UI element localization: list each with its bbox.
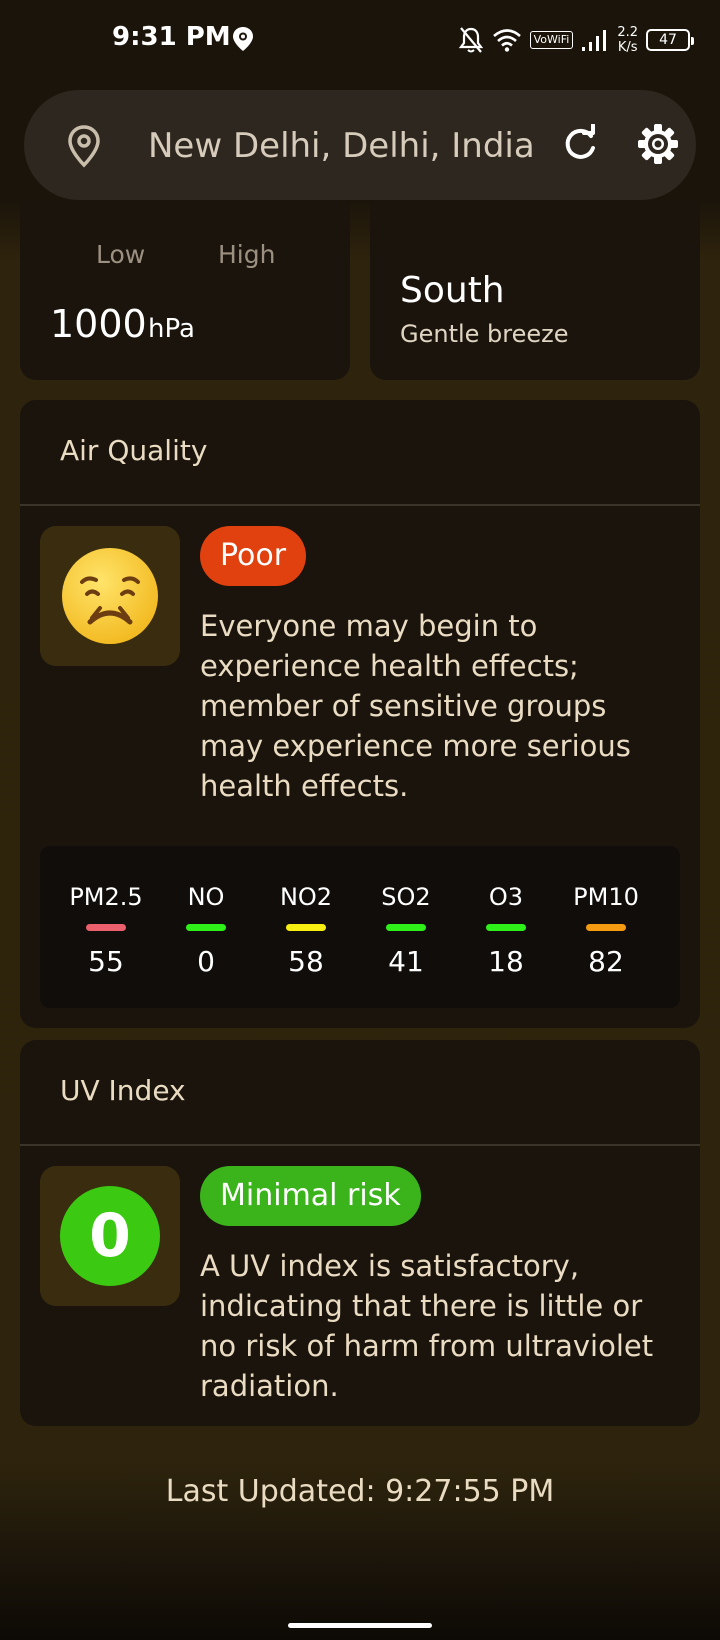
- pollutant-level-bar: [386, 924, 426, 931]
- wind-description: Gentle breeze: [400, 320, 569, 348]
- pollutant-value: 18: [488, 945, 524, 978]
- pollutant-value: 0: [197, 945, 215, 978]
- home-indicator[interactable]: [288, 1623, 432, 1628]
- aqi-status-badge: Poor: [200, 526, 307, 586]
- uv-risk-badge: Minimal risk: [200, 1166, 421, 1226]
- pollutant-name: PM2.5: [69, 883, 143, 911]
- bell-off-icon: [458, 27, 483, 53]
- status-icons: VoWiFi 2.2 K/s 47: [458, 22, 694, 58]
- last-updated: Last Updated: 9:27:55 PM: [165, 1474, 555, 1509]
- pressure-value: 1000: [50, 302, 147, 346]
- pollutant-name: NO2: [279, 883, 333, 911]
- uv-description: A UV index is satisfactory, indicating t…: [200, 1249, 654, 1403]
- status-time: 9:31 PM: [112, 22, 231, 52]
- wifi-icon: [492, 29, 521, 52]
- uv-index-title: UV Index: [60, 1074, 186, 1107]
- signal-icon: [582, 30, 607, 51]
- air-quality-title: Air Quality: [60, 434, 208, 467]
- aqi-icon-box: [40, 526, 180, 666]
- location-search-bar[interactable]: New Delhi, Delhi, India: [24, 90, 696, 200]
- pollutant-value: 58: [288, 945, 324, 978]
- map-pin-icon: [68, 125, 100, 168]
- sick-face-icon: [62, 548, 158, 644]
- pollutant-so2: SO2 41: [356, 882, 456, 978]
- pollutant-level-bar: [186, 924, 226, 931]
- high-label: High: [218, 240, 276, 269]
- uv-icon-box: 0: [40, 1166, 180, 1306]
- divider: [20, 504, 700, 506]
- pollutant-pm10: PM10 82: [556, 882, 656, 978]
- air-quality-card: Air Quality Poor Everyone may begin to e…: [20, 400, 700, 1028]
- uv-value-circle: 0: [60, 1186, 160, 1286]
- pollutant-name: PM10: [573, 883, 639, 911]
- battery-icon: 47: [646, 29, 694, 51]
- pressure-card: Low High 1000 hPa: [20, 200, 350, 380]
- settings-icon[interactable]: [636, 122, 680, 166]
- refresh-icon[interactable]: [560, 124, 600, 164]
- pollutant-value: 55: [88, 945, 124, 978]
- pollutant-level-bar: [586, 924, 626, 931]
- network-speed: 2.2 K/s: [617, 25, 638, 55]
- pollutant-level-bar: [286, 924, 326, 931]
- pollutant-pm25: PM2.5 55: [56, 882, 156, 978]
- pollutant-list: PM2.5 55 NO 0 NO2 58 SO2 41 O3 18 PM10 8…: [40, 846, 680, 1008]
- location-text[interactable]: New Delhi, Delhi, India: [148, 126, 535, 166]
- vowifi-icon: VoWiFi: [529, 31, 574, 49]
- divider: [20, 1144, 700, 1146]
- wind-card: South Gentle breeze: [370, 200, 700, 380]
- pollutant-name: SO2: [381, 883, 431, 911]
- pressure-unit: hPa: [148, 314, 195, 344]
- location-icon: [233, 27, 253, 51]
- low-label: Low: [96, 240, 146, 269]
- wind-direction: South: [400, 270, 505, 311]
- uv-index-card: UV Index 0 Minimal risk A UV index is sa…: [20, 1040, 700, 1426]
- pollutant-value: 41: [388, 945, 424, 978]
- pollutant-value: 82: [588, 945, 624, 978]
- pollutant-name: NO: [187, 883, 225, 911]
- pollutant-level-bar: [486, 924, 526, 931]
- aqi-description: Everyone may begin to experience health …: [200, 609, 631, 803]
- pollutant-no2: NO2 58: [256, 882, 356, 978]
- pollutant-o3: O3 18: [456, 882, 556, 978]
- pollutant-no: NO 0: [156, 882, 256, 978]
- pollutant-name: O3: [488, 883, 524, 911]
- pollutant-level-bar: [86, 924, 126, 931]
- status-bar: 9:31 PM VoWiFi 2.2 K/s 47: [0, 0, 720, 80]
